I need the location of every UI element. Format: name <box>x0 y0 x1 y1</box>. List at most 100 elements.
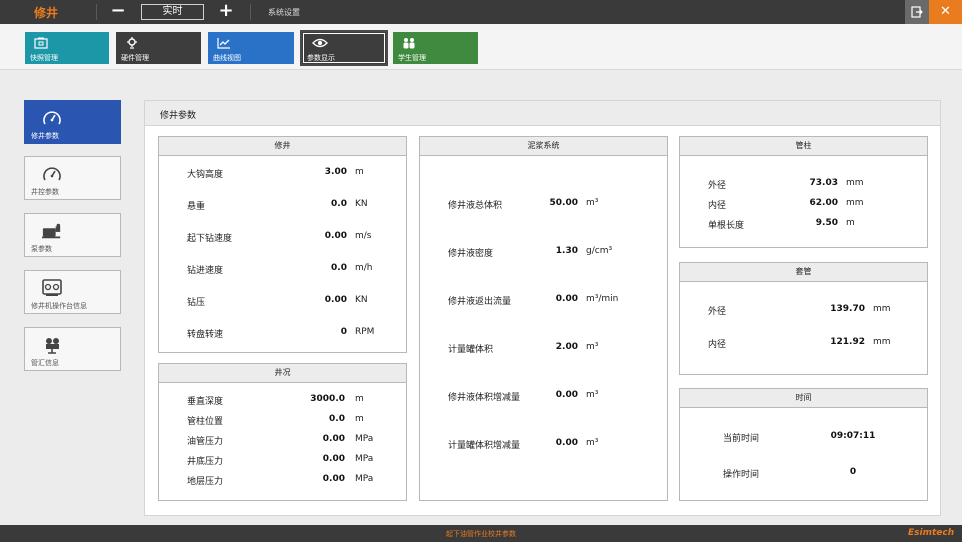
box-title: 套管 <box>680 263 927 282</box>
snapshot-management-button[interactable]: 快照管理 <box>25 32 109 64</box>
close-button[interactable]: ✕ <box>929 0 962 24</box>
param-value: 0.0 <box>331 263 347 273</box>
console-icon <box>42 279 62 296</box>
param-label: 修井液密度 <box>448 249 494 259</box>
param-label: 转盘转速 <box>187 330 224 340</box>
param-value: 0.00 <box>324 295 347 305</box>
title-bar: 修井 − 实时 + 系统设置 ✕ <box>0 0 962 24</box>
param-unit: g/cm³ <box>586 246 613 256</box>
title-separator <box>96 4 97 20</box>
curve-icon <box>217 38 230 49</box>
decrease-button[interactable]: − <box>110 1 126 21</box>
well-condition-box: 井况 垂直深度 3000.0 m 管柱位置 0.0 m 油管压力 0.00 MP… <box>158 363 407 501</box>
param-label: 井底压力 <box>187 457 224 467</box>
box-title: 管柱 <box>680 137 927 156</box>
toolbar-label: 快照管理 <box>30 54 58 62</box>
mode-display[interactable]: 实时 <box>141 4 204 20</box>
param-value: 0.00 <box>322 454 345 464</box>
param-value: 3000.0 <box>310 394 345 404</box>
param-unit: m³ <box>586 342 599 352</box>
title-separator <box>250 4 251 20</box>
increase-button[interactable]: + <box>218 1 234 21</box>
hardware-management-button[interactable]: 硬件管理 <box>116 32 201 64</box>
param-value: 2.00 <box>555 342 578 352</box>
snapshot-icon <box>34 37 48 49</box>
param-label: 油管压力 <box>187 437 224 447</box>
param-label: 大钩高度 <box>187 170 224 180</box>
param-label: 修井液返出流量 <box>448 297 512 307</box>
nav-item-console-info[interactable]: 修井机操作台信息 <box>24 270 121 314</box>
param-unit: m³ <box>586 438 599 448</box>
param-label: 修井液体积增减量 <box>448 393 521 403</box>
param-value: 50.00 <box>549 198 578 208</box>
param-unit: m³/min <box>586 294 619 304</box>
param-unit: m <box>355 394 364 404</box>
status-bar: 起下油管作业校井参数 Esimtech <box>0 525 962 542</box>
param-unit: MPa <box>355 454 374 464</box>
nav-item-well-control-params[interactable]: 井控参数 <box>24 156 121 200</box>
app-title: 修井 <box>34 6 59 20</box>
param-label: 计量罐体积 <box>448 345 494 355</box>
param-value: 1.30 <box>555 246 578 256</box>
workover-box: 修井 大钩高度 3.00 m 悬重 0.0 KN 起下钻速度 0.00 m/s … <box>158 136 407 353</box>
exit-button[interactable] <box>905 0 929 24</box>
param-unit: mm <box>873 337 891 347</box>
panel-title: 修井参数 <box>160 111 197 121</box>
system-settings-link[interactable]: 系统设置 <box>268 7 300 18</box>
param-value: 0.00 <box>322 434 345 444</box>
param-unit: m³ <box>586 198 599 208</box>
param-label: 管柱位置 <box>187 417 224 427</box>
param-value: 0.00 <box>324 231 347 241</box>
param-unit: MPa <box>355 474 374 484</box>
box-title: 井况 <box>159 364 406 383</box>
mud-system-box: 泥浆系统 修井液总体积 50.00 m³ 修井液密度 1.30 g/cm³ 修井… <box>419 136 668 501</box>
param-unit: m <box>846 218 855 228</box>
gauge-icon <box>43 111 61 125</box>
pump-icon <box>42 223 61 239</box>
param-value: 0.0 <box>331 199 347 209</box>
brand-logo: Esimtech <box>908 528 955 538</box>
param-label: 当前时间 <box>723 434 760 444</box>
nav-item-manifold-info[interactable]: 管汇信息 <box>24 327 121 371</box>
manifold-icon <box>46 338 59 354</box>
param-label: 外径 <box>708 307 727 317</box>
casing-box: 套管 外径 139.70 mm 内径 121.92 mm <box>679 262 928 375</box>
param-unit: KN <box>355 199 368 209</box>
param-value: 0 <box>340 327 347 337</box>
tubing-box: 管柱 外径 73.03 mm 内径 62.00 mm 单根长度 9.50 m <box>679 136 928 248</box>
param-value: 121.92 <box>830 337 865 347</box>
param-unit: m³ <box>586 390 599 400</box>
nav-item-label: 修井机操作台信息 <box>31 302 87 310</box>
panel-header: 修井参数 <box>145 101 940 126</box>
parameters-panel: 修井参数 修井 大钩高度 3.00 m 悬重 0.0 KN 起下钻速度 0.00… <box>144 100 941 516</box>
param-label: 内径 <box>708 340 727 350</box>
param-label: 地层压力 <box>187 477 224 487</box>
gauge-icon <box>43 167 61 181</box>
param-value: 73.03 <box>809 178 838 188</box>
toolbar-label: 硬件管理 <box>121 54 149 62</box>
param-value: 62.00 <box>809 198 838 208</box>
box-title: 时间 <box>680 389 927 408</box>
box-title: 修井 <box>159 137 406 156</box>
nav-item-label: 修井参数 <box>31 132 59 140</box>
current-time-value: 09:07:11 <box>830 431 876 441</box>
param-value: 9.50 <box>815 218 838 228</box>
param-label: 垂直深度 <box>187 397 224 407</box>
param-unit: mm <box>846 198 864 208</box>
param-value: 0.0 <box>329 414 345 424</box>
nav-item-workover-params[interactable]: 修井参数 <box>24 100 121 144</box>
students-icon <box>403 38 415 49</box>
param-label: 外径 <box>708 181 727 191</box>
parameter-display-button[interactable]: 参数显示 <box>300 30 388 66</box>
curve-view-button[interactable]: 曲线视图 <box>208 32 294 64</box>
toolbar-label: 曲线视图 <box>213 54 241 62</box>
exit-icon <box>911 6 923 18</box>
toolbar-label: 参数显示 <box>307 54 335 62</box>
param-unit: mm <box>846 178 864 188</box>
param-unit: RPM <box>355 327 375 337</box>
student-management-button[interactable]: 学生管理 <box>393 32 478 64</box>
status-text: 起下油管作业校井参数 <box>446 530 516 538</box>
nav-item-pump-params[interactable]: 泵参数 <box>24 213 121 257</box>
param-unit: m/s <box>355 231 372 241</box>
box-title: 泥浆系统 <box>420 137 667 156</box>
